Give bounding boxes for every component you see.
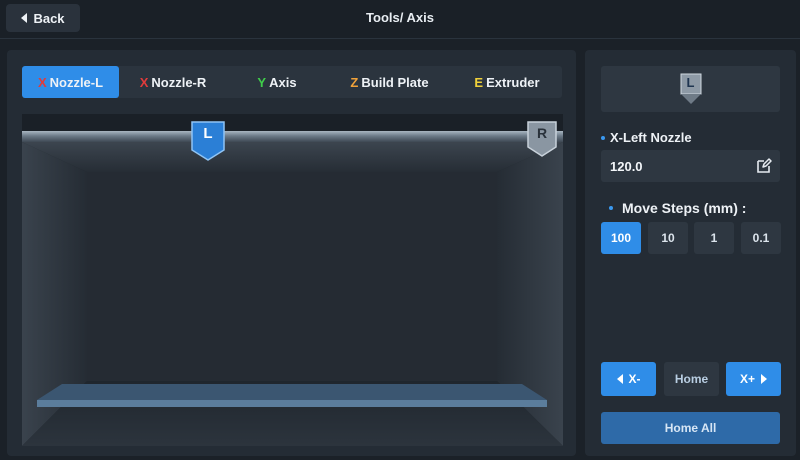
- tab-e-extruder[interactable]: E Extruder: [452, 66, 562, 98]
- top-bar: Back Tools/ Axis: [0, 0, 800, 39]
- left-nozzle-letter: L: [203, 125, 213, 142]
- chamber-back-wall: [87, 172, 497, 381]
- bullet-icon: [601, 135, 605, 140]
- build-chamber-graphic: [22, 114, 563, 446]
- tab-label: Extruder: [486, 74, 540, 90]
- step-10-button[interactable]: 10: [648, 222, 688, 254]
- selected-nozzle-letter: L: [686, 75, 695, 90]
- tab-label: Nozzle-R: [151, 74, 207, 90]
- left-nozzle: L: [190, 120, 226, 162]
- right-nozzle-letter: R: [536, 125, 548, 141]
- tab-axis-letter: X: [139, 74, 149, 90]
- tab-x-nozzle-l[interactable]: X Nozzle-L: [22, 66, 119, 98]
- home-all-button[interactable]: Home All: [601, 412, 780, 444]
- position-field[interactable]: 120.0: [601, 150, 780, 182]
- axis-control-panel: L X-Left Nozzle 120.0 Move Steps (mm) : …: [585, 50, 796, 456]
- axis-tabs: X Nozzle-L X Nozzle-R Y Axis Z Build Pla…: [22, 66, 562, 98]
- step-0-1-button[interactable]: 0.1: [741, 222, 781, 254]
- chamber-top-wall: [22, 142, 563, 172]
- right-nozzle: R: [526, 120, 558, 158]
- right-arrow-icon: [761, 374, 767, 384]
- position-value: 120.0: [610, 159, 643, 174]
- move-controls: X- Home X+: [601, 362, 781, 396]
- x-plus-button[interactable]: X+: [726, 362, 781, 396]
- selected-nozzle-display: L: [601, 66, 780, 112]
- bullet-icon: [609, 206, 613, 210]
- tab-axis-letter: Y: [257, 74, 267, 90]
- steps-label: Move Steps (mm) :: [622, 200, 747, 216]
- tab-axis-letter: Z: [350, 74, 359, 90]
- home-button[interactable]: Home: [664, 362, 719, 396]
- tab-z-build-plate[interactable]: Z Build Plate: [327, 66, 452, 98]
- tab-y-axis[interactable]: Y Axis: [227, 66, 327, 98]
- position-label-row: X-Left Nozzle: [601, 130, 692, 145]
- steps-label-row: Move Steps (mm) :: [609, 200, 746, 216]
- move-steps-selector: 100 10 1 0.1: [601, 222, 781, 254]
- axis-view-panel: X Nozzle-L X Nozzle-R Y Axis Z Build Pla…: [7, 50, 576, 456]
- x-minus-label: X-: [628, 372, 641, 386]
- tab-label: Build Plate: [361, 74, 429, 90]
- tab-label: Nozzle-L: [49, 74, 104, 90]
- tab-x-nozzle-r[interactable]: X Nozzle-R: [119, 66, 227, 98]
- step-1-button[interactable]: 1: [694, 222, 734, 254]
- edit-icon[interactable]: [756, 158, 772, 179]
- x-minus-button[interactable]: X-: [601, 362, 656, 396]
- build-plate-edge: [37, 400, 547, 407]
- tab-axis-letter: X: [37, 74, 47, 90]
- printer-visualization: L R: [22, 114, 563, 446]
- tab-label: Axis: [269, 74, 297, 90]
- x-gantry-rail: [22, 131, 563, 142]
- step-100-button[interactable]: 100: [601, 222, 641, 254]
- position-label: X-Left Nozzle: [610, 130, 692, 145]
- selected-nozzle-icon: L: [679, 73, 703, 105]
- tab-axis-letter: E: [474, 74, 484, 90]
- left-arrow-icon: [616, 374, 623, 384]
- page-title: Tools/ Axis: [366, 10, 434, 25]
- x-plus-label: X+: [739, 372, 755, 386]
- build-plate-top: [37, 384, 547, 400]
